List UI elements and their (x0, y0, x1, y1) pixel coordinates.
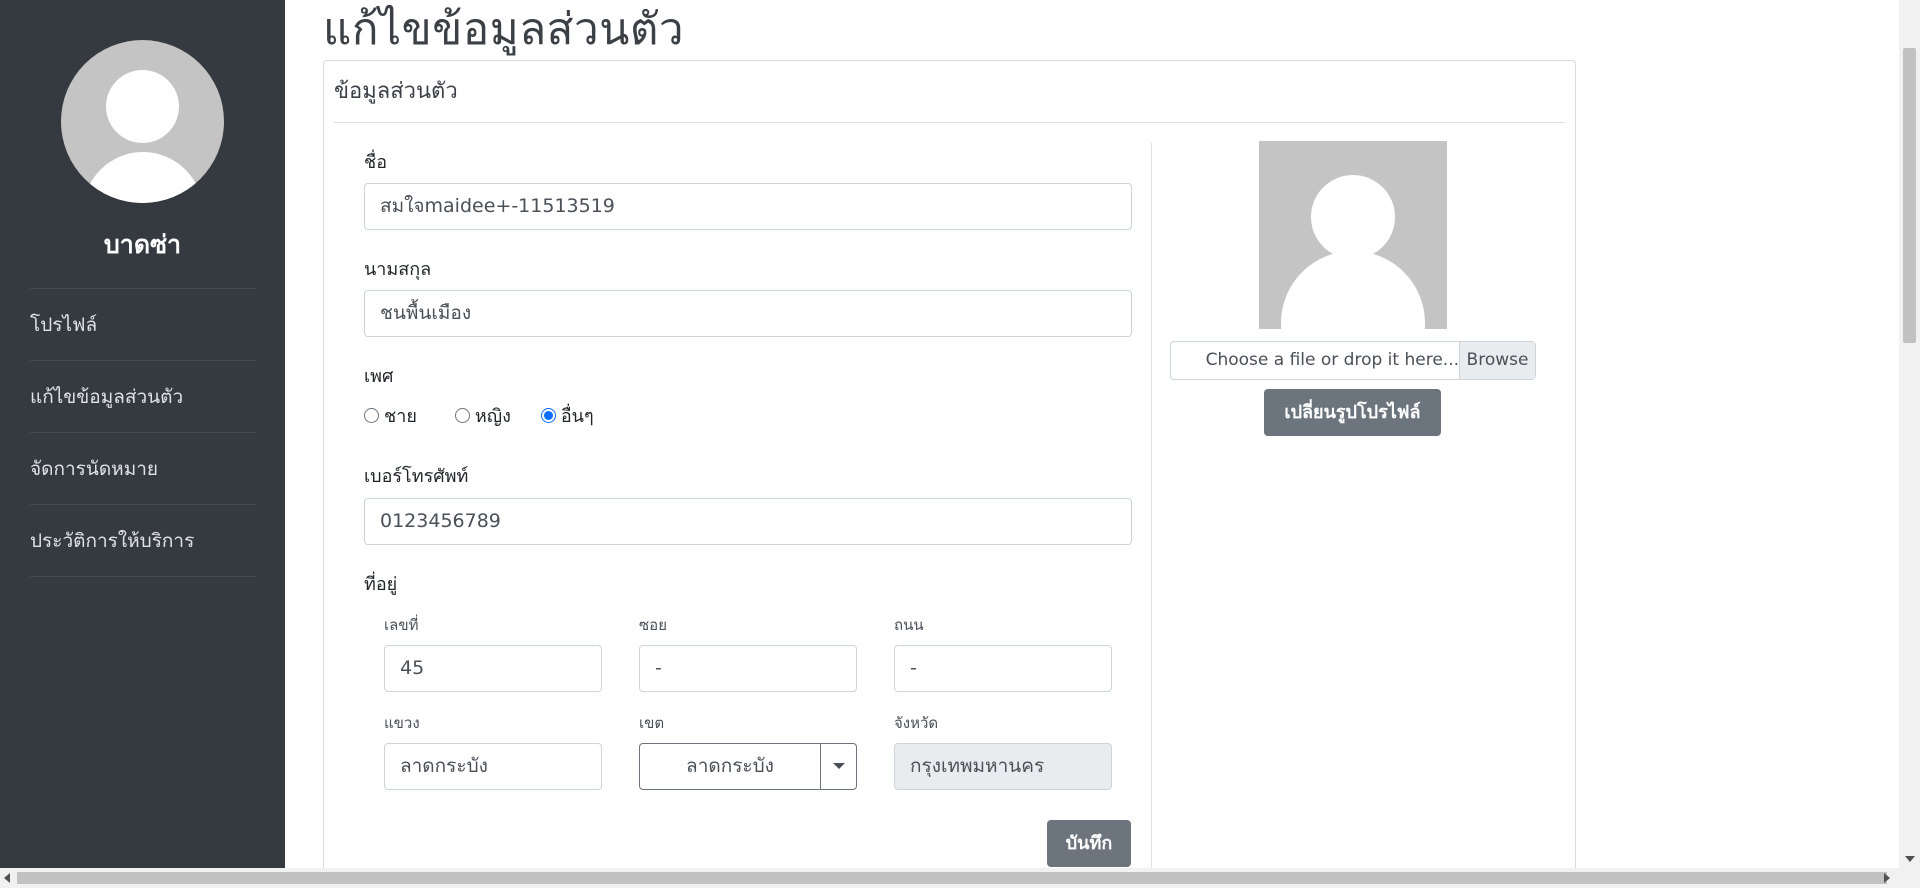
subdistrict-input[interactable]: ลาดกระบัง (384, 743, 602, 790)
avatar-body-shape (83, 152, 203, 203)
page-title: แก้ไขข้อมูลส่วนตัว (323, 4, 685, 55)
address-label: ที่อยู่ (364, 574, 398, 595)
vertical-scrollbar-thumb[interactable] (1903, 48, 1916, 343)
horizontal-scrollbar[interactable] (0, 868, 1920, 888)
sidebar-nav: โปรไฟล์ แก้ไขข้อมูลส่วนตัว จัดการนัดหมาย… (30, 288, 256, 577)
sidebar: บาดซ่า โปรไฟล์ แก้ไขข้อมูลส่วนตัว จัดการ… (0, 0, 285, 868)
chevron-down-icon[interactable] (820, 744, 856, 789)
horizontal-scrollbar-thumb[interactable] (17, 872, 1887, 884)
scroll-down-arrow-icon[interactable] (1905, 856, 1915, 862)
radio-female[interactable] (454, 408, 470, 423)
first-name-label: ชื่อ (364, 152, 388, 173)
phone-label: เบอร์โทรศัพท์ (364, 466, 469, 487)
profile-head-shape (1311, 175, 1395, 259)
change-profile-picture-button[interactable]: เปลี่ยนรูปโปรไฟล์ (1264, 389, 1441, 436)
card-header: ข้อมูลส่วนตัว (334, 79, 458, 104)
last-name-input[interactable]: ชนพื้นเมือง (364, 290, 1132, 337)
save-button[interactable]: บันทึก (1047, 820, 1131, 867)
gender-option-female[interactable]: หญิง (454, 401, 511, 430)
first-name-input[interactable]: สมใจmaidee+-11513519 (364, 183, 1132, 230)
card-divider (334, 122, 1565, 123)
radio-female-label: หญิง (474, 406, 511, 427)
soi-label: ซอย (639, 616, 667, 634)
gender-label: เพศ (364, 366, 394, 387)
avatar (61, 40, 224, 203)
road-label: ถนน (894, 616, 924, 634)
last-name-label: นามสกุล (364, 259, 432, 280)
gender-option-other[interactable]: อื่นๆ (540, 401, 594, 430)
sidebar-item-appointments[interactable]: จัดการนัดหมาย (30, 432, 256, 504)
province-input: กรุงเทพมหานคร (894, 743, 1112, 790)
sidebar-item-service-history[interactable]: ประวัติการให้บริการ (30, 504, 256, 576)
user-name: บาดซ่า (103, 230, 182, 259)
scroll-right-arrow-icon[interactable] (1884, 873, 1890, 883)
browse-button[interactable]: Browse (1459, 342, 1535, 379)
subdistrict-label: แขวง (384, 714, 420, 732)
radio-male[interactable] (364, 408, 379, 423)
phone-input[interactable]: 0123456789 (364, 498, 1132, 545)
house-no-label: เลขที่ (384, 616, 419, 634)
vertical-scrollbar[interactable] (1899, 0, 1920, 868)
radio-other[interactable] (540, 408, 556, 423)
house-no-input[interactable]: 45 (384, 645, 602, 692)
radio-male-label: ชาย (384, 406, 417, 427)
avatar-head-shape (106, 70, 179, 143)
road-input[interactable]: - (894, 645, 1112, 692)
district-select[interactable]: ลาดกระบัง (639, 743, 857, 790)
column-divider (1151, 143, 1152, 888)
soi-input[interactable]: - (639, 645, 857, 692)
scroll-left-arrow-icon[interactable] (4, 873, 10, 883)
sidebar-item-profile[interactable]: โปรไฟล์ (30, 288, 256, 360)
file-input-placeholder: Choose a file or drop it here... (1205, 350, 1459, 370)
personal-info-card: ข้อมูลส่วนตัว ชื่อ สมใจmaidee+-11513519 … (323, 60, 1576, 888)
district-label: เขต (639, 714, 665, 732)
district-select-value: ลาดกระบัง (686, 755, 774, 777)
profile-body-shape (1281, 251, 1425, 329)
profile-picture (1259, 141, 1447, 329)
sidebar-item-edit-profile[interactable]: แก้ไขข้อมูลส่วนตัว (30, 360, 256, 432)
gender-option-male[interactable]: ชาย (364, 401, 417, 430)
file-input[interactable]: Choose a file or drop it here... Browse (1170, 341, 1536, 380)
radio-other-label: อื่นๆ (560, 406, 594, 427)
gender-radio-group: ชาย หญิง อื่นๆ (364, 401, 594, 430)
province-label: จังหวัด (894, 714, 939, 732)
